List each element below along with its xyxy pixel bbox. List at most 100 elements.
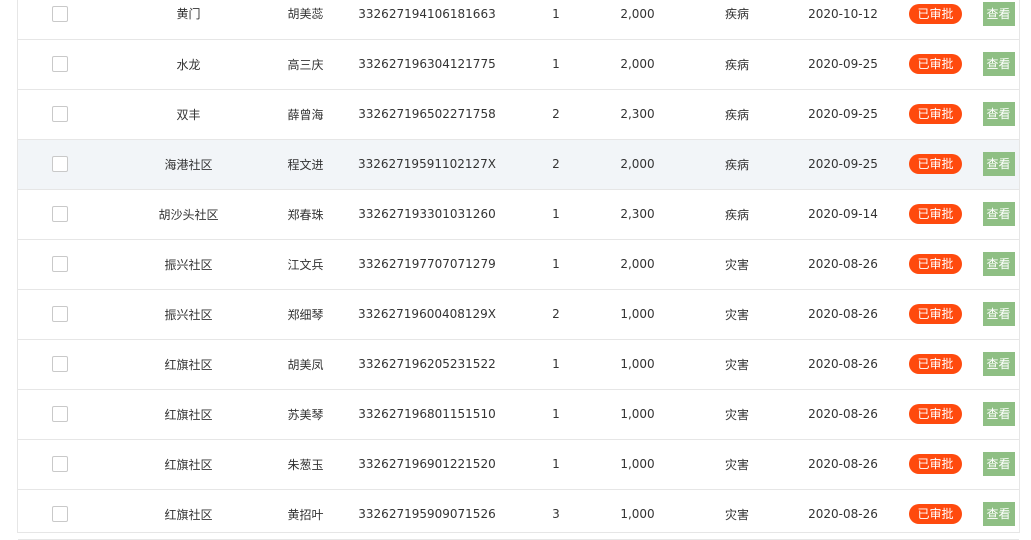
table-row: 红旗社区 朱葱玉 332627196901221520 1 1,000 灾害 2… <box>18 439 1019 490</box>
reason-cell: 灾害 <box>681 339 793 390</box>
table-row: 双丰 薛曾海 332627196502271758 2 2,300 疾病 202… <box>18 89 1019 140</box>
date-cell: 2020-08-26 <box>793 439 893 490</box>
date-cell: 2020-08-26 <box>793 339 893 390</box>
view-button[interactable]: 查看 <box>982 302 1015 326</box>
view-button[interactable]: 查看 <box>982 402 1015 426</box>
row-checkbox[interactable] <box>52 506 68 522</box>
id-number-cell: 332627196502271758 <box>336 89 518 140</box>
community-cell: 红旗社区 <box>102 439 275 490</box>
name-cell: 程文进 <box>275 139 336 190</box>
status-badge: 已审批 <box>909 3 962 24</box>
table-row: 振兴社区 江文兵 332627197707071279 1 2,000 灾害 2… <box>18 239 1019 290</box>
name-cell: 胡美蕊 <box>275 0 336 40</box>
amount-cell: 1,000 <box>594 489 681 540</box>
name-cell: 黄招叶 <box>275 489 336 540</box>
reason-cell: 疾病 <box>681 0 793 40</box>
id-number-cell: 332627194106181663 <box>336 0 518 40</box>
view-button[interactable]: 查看 <box>982 502 1015 526</box>
row-checkbox[interactable] <box>52 306 68 322</box>
table-row: 红旗社区 胡美凤 332627196205231522 1 1,000 灾害 2… <box>18 339 1019 390</box>
status-badge: 已审批 <box>909 304 962 324</box>
row-checkbox[interactable] <box>52 206 68 222</box>
id-number-cell: 332627196205231522 <box>336 339 518 390</box>
id-number-cell: 332627196901221520 <box>336 439 518 490</box>
amount-cell: 1,000 <box>594 339 681 390</box>
row-checkbox[interactable] <box>52 5 68 22</box>
count-cell: 1 <box>518 0 594 40</box>
amount-cell: 2,000 <box>594 139 681 190</box>
row-checkbox[interactable] <box>52 56 68 72</box>
date-cell: 2020-08-26 <box>793 489 893 540</box>
reason-cell: 疾病 <box>681 189 793 240</box>
table-row: 水龙 高三庆 332627196304121775 1 2,000 疾病 202… <box>18 39 1019 90</box>
amount-cell: 1,000 <box>594 389 681 440</box>
table-row: 胡沙头社区 郑春珠 332627193301031260 1 2,300 疾病 … <box>18 189 1019 240</box>
view-button[interactable]: 查看 <box>982 352 1015 376</box>
view-button[interactable]: 查看 <box>982 1 1015 26</box>
view-button[interactable]: 查看 <box>982 252 1015 276</box>
records-table-container: 黄门 胡美蕊 332627194106181663 1 2,000 疾病 202… <box>17 0 1020 540</box>
count-cell: 1 <box>518 389 594 440</box>
count-cell: 1 <box>518 339 594 390</box>
reason-cell: 灾害 <box>681 489 793 540</box>
count-cell: 2 <box>518 289 594 340</box>
name-cell: 郑春珠 <box>275 189 336 240</box>
name-cell: 高三庆 <box>275 39 336 90</box>
date-cell: 2020-09-25 <box>793 89 893 140</box>
table-row: 红旗社区 黄招叶 332627195909071526 3 1,000 灾害 2… <box>18 489 1019 540</box>
id-number-cell: 332627196801151510 <box>336 389 518 440</box>
row-checkbox[interactable] <box>52 106 68 122</box>
community-cell: 胡沙头社区 <box>102 189 275 240</box>
count-cell: 1 <box>518 39 594 90</box>
amount-cell: 2,000 <box>594 39 681 90</box>
reason-cell: 疾病 <box>681 39 793 90</box>
view-button[interactable]: 查看 <box>982 202 1015 226</box>
count-cell: 1 <box>518 189 594 240</box>
community-cell: 振兴社区 <box>102 239 275 290</box>
row-checkbox[interactable] <box>52 256 68 272</box>
status-badge: 已审批 <box>909 354 962 374</box>
view-button[interactable]: 查看 <box>982 102 1015 126</box>
community-cell: 红旗社区 <box>102 339 275 390</box>
community-cell: 双丰 <box>102 89 275 140</box>
date-cell: 2020-10-12 <box>793 0 893 40</box>
count-cell: 2 <box>518 89 594 140</box>
reason-cell: 灾害 <box>681 439 793 490</box>
amount-cell: 2,000 <box>594 0 681 40</box>
row-checkbox[interactable] <box>52 456 68 472</box>
id-number-cell: 332627193301031260 <box>336 189 518 240</box>
row-checkbox[interactable] <box>52 356 68 372</box>
status-badge: 已审批 <box>909 154 962 174</box>
name-cell: 薛曾海 <box>275 89 336 140</box>
count-cell: 2 <box>518 139 594 190</box>
reason-cell: 灾害 <box>681 239 793 290</box>
status-badge: 已审批 <box>909 204 962 224</box>
view-button[interactable]: 查看 <box>982 152 1015 176</box>
row-checkbox[interactable] <box>52 156 68 172</box>
date-cell: 2020-08-26 <box>793 389 893 440</box>
status-badge: 已审批 <box>909 254 962 274</box>
id-number-cell: 33262719600408129X <box>336 289 518 340</box>
table-row-hovered: 海港社区 程文进 33262719591102127X 2 2,000 疾病 2… <box>18 139 1019 190</box>
reason-cell: 灾害 <box>681 389 793 440</box>
date-cell: 2020-09-25 <box>793 39 893 90</box>
amount-cell: 2,300 <box>594 89 681 140</box>
date-cell: 2020-09-14 <box>793 189 893 240</box>
amount-cell: 1,000 <box>594 439 681 490</box>
community-cell: 红旗社区 <box>102 389 275 440</box>
table-row: 黄门 胡美蕊 332627194106181663 1 2,000 疾病 202… <box>18 0 1019 40</box>
community-cell: 振兴社区 <box>102 289 275 340</box>
name-cell: 胡美凤 <box>275 339 336 390</box>
date-cell: 2020-08-26 <box>793 239 893 290</box>
status-badge: 已审批 <box>909 104 962 124</box>
count-cell: 1 <box>518 239 594 290</box>
amount-cell: 1,000 <box>594 289 681 340</box>
id-number-cell: 332627195909071526 <box>336 489 518 540</box>
status-badge: 已审批 <box>909 504 962 524</box>
view-button[interactable]: 查看 <box>982 452 1015 476</box>
amount-cell: 2,000 <box>594 239 681 290</box>
view-button[interactable]: 查看 <box>982 52 1015 76</box>
date-cell: 2020-09-25 <box>793 139 893 190</box>
row-checkbox[interactable] <box>52 406 68 422</box>
name-cell: 苏美琴 <box>275 389 336 440</box>
